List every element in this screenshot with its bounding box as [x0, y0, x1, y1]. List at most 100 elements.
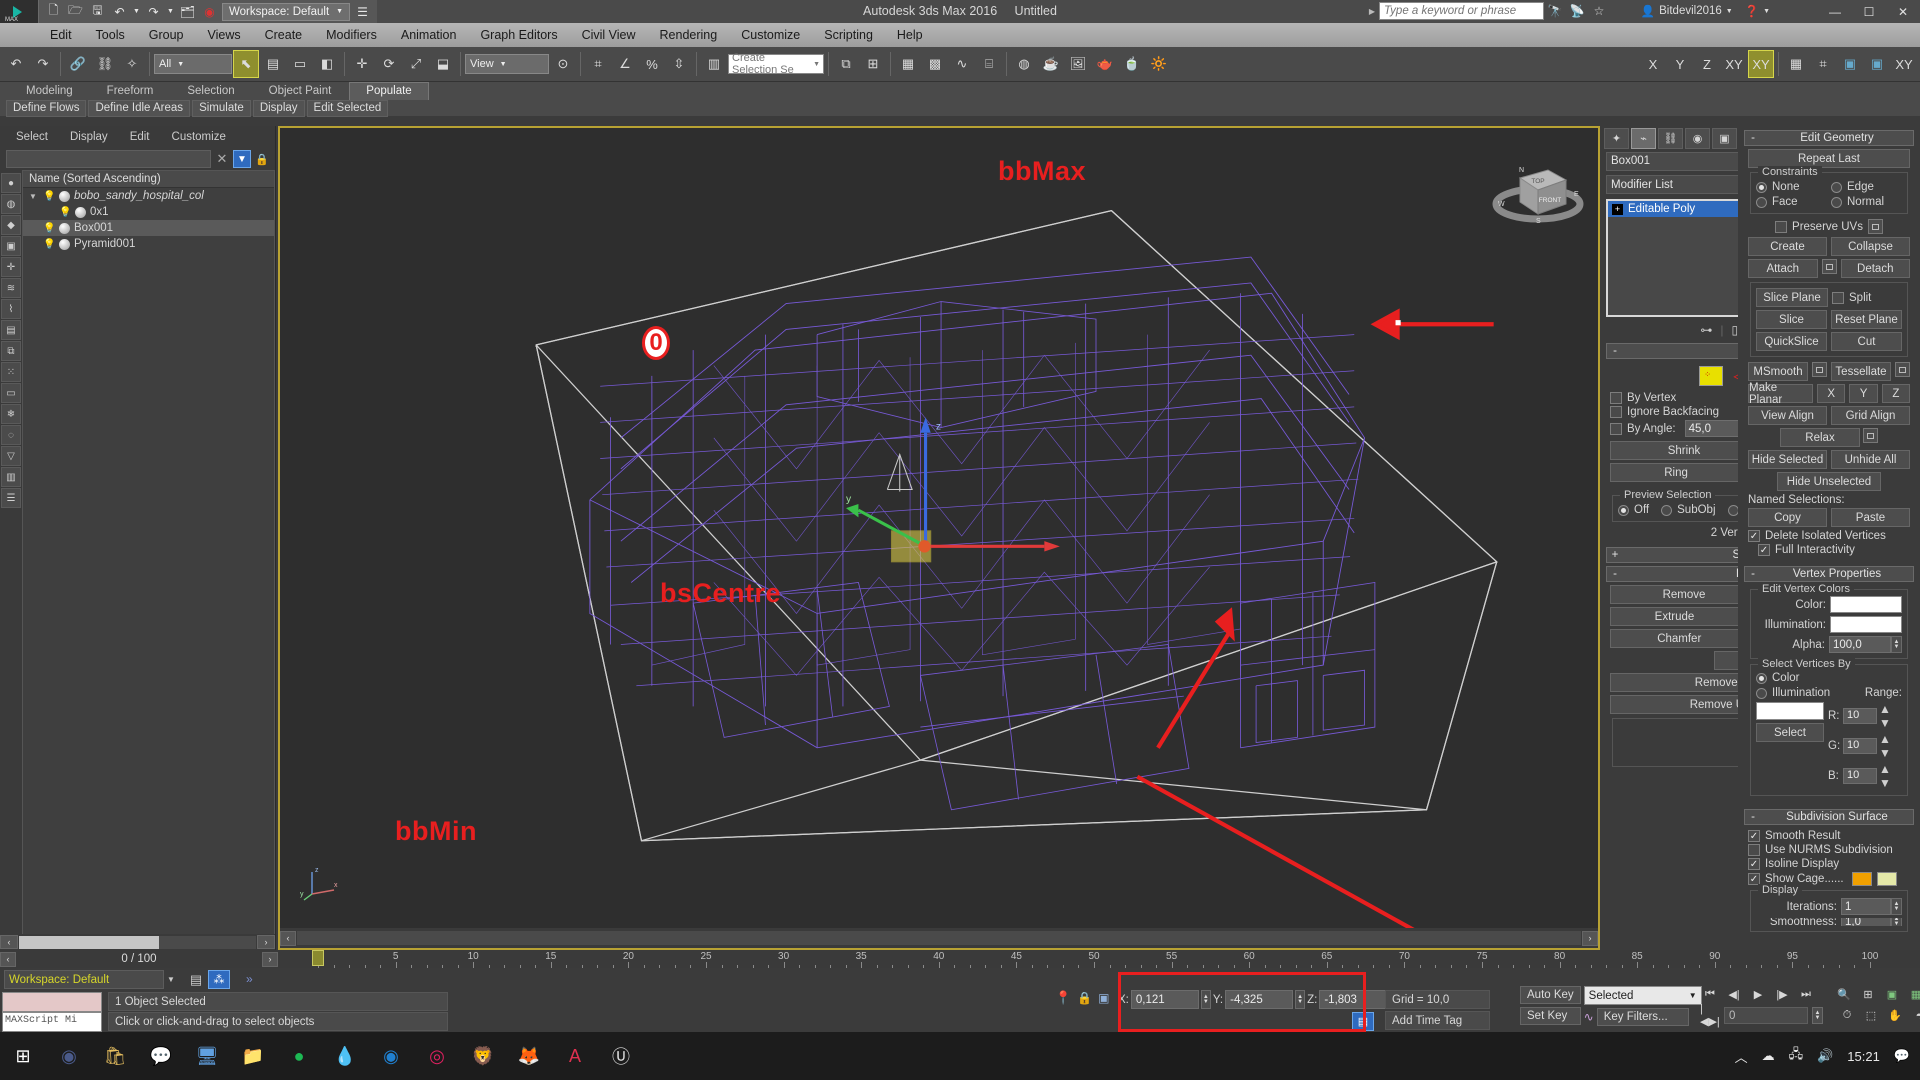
ribbon-button-edit-selected[interactable]: Edit Selected — [306, 99, 389, 117]
spinner-arrows-icon[interactable]: ▲▼ — [1879, 732, 1891, 760]
scene-explorer-list[interactable]: Name (Sorted Ascending) ▼ 💡 bobo_sandy_hos… — [22, 170, 275, 938]
spotify-icon[interactable]: ● — [276, 1032, 322, 1080]
filter-list-icon[interactable]: ☰ — [1, 488, 21, 508]
go-to-end-icon[interactable]: ⏭ — [1796, 986, 1816, 1003]
undo-dropdown-icon[interactable]: ▼ — [132, 2, 141, 21]
extrude-button[interactable]: Extrude — [1610, 607, 1739, 626]
spinner-arrows-icon[interactable]: ▲▼ — [1891, 898, 1902, 915]
subscription-icon[interactable]: 📡 — [1566, 4, 1588, 18]
ribbon-button-define-idle-areas[interactable]: Define Idle Areas — [88, 99, 191, 117]
search-input[interactable] — [1379, 2, 1544, 20]
status-expand-icon[interactable]: » — [246, 972, 253, 986]
workspace-status-combo[interactable]: Workspace: Default — [4, 970, 164, 989]
radio-preview-subobj[interactable]: SubObj — [1661, 504, 1716, 516]
viewport-hscrollbar[interactable]: ‹ › — [280, 928, 1598, 948]
tab-motion[interactable]: ◉ — [1685, 127, 1710, 149]
pan-view-icon[interactable]: ✋ — [1885, 1007, 1905, 1024]
paste-button[interactable]: Paste — [1831, 508, 1910, 527]
key-mode-toggle-icon[interactable]: |◀▶| — [1700, 1003, 1720, 1028]
next-frame-icon[interactable]: |▶ — [1772, 986, 1792, 1003]
view-align-button[interactable]: View Align — [1748, 406, 1827, 425]
menu-item-customize[interactable]: Customize — [729, 23, 812, 47]
menu-item-edit[interactable]: Edit — [38, 23, 84, 47]
make-planar-button[interactable]: Make Planar — [1748, 382, 1814, 406]
scene-explorer-menu-edit[interactable]: Edit — [120, 130, 160, 144]
filter-particles-icon[interactable]: ⁙ — [1, 362, 21, 382]
start-button-icon[interactable]: ⊞ — [0, 1032, 46, 1080]
binoculars-icon[interactable]: 🔭 — [1544, 4, 1566, 18]
zoom-extents-icon[interactable]: ▣ — [1882, 986, 1902, 1003]
xview-y-icon[interactable]: Y — [1667, 50, 1693, 78]
tab-modify[interactable]: ⌁ — [1631, 127, 1656, 149]
frame-prev-icon[interactable]: ‹ — [0, 951, 16, 967]
selection-lock-icon[interactable]: 🔒 — [1077, 991, 1092, 1005]
menu-item-civil-view[interactable]: Civil View — [570, 23, 648, 47]
spinner-arrows-icon[interactable]: ▲▼ — [1891, 918, 1902, 926]
viewport-perspective[interactable]: [ + ] [ Perspective ] [ Wireframe ] — [278, 126, 1600, 950]
coord-y-spinner-icon[interactable]: ▲ ▼ — [1295, 990, 1306, 1009]
slice-button[interactable]: Slice — [1756, 310, 1827, 329]
select-by-name-icon[interactable]: ▤ — [260, 50, 286, 78]
cage-color2-swatch[interactable] — [1876, 872, 1897, 886]
coord-x-input[interactable]: 0,121 — [1130, 990, 1199, 1009]
filter-xrefs-icon[interactable]: ⧉ — [1, 341, 21, 361]
layers-stack-icon[interactable]: ▤ — [185, 970, 207, 989]
ring-button[interactable]: Ring — [1610, 463, 1743, 482]
layer-manager-icon[interactable]: ▦ — [895, 50, 921, 78]
coord-z-input[interactable]: -1,803 — [1319, 990, 1388, 1009]
collapse-button[interactable]: Collapse — [1831, 237, 1910, 256]
smoothness-value[interactable]: 1,0 — [1841, 918, 1891, 926]
script-icon[interactable]: ◉ — [200, 2, 219, 21]
menu-item-help[interactable]: Help — [885, 23, 935, 47]
water-drop-icon[interactable]: 💧 — [322, 1032, 368, 1080]
angle-snap-icon[interactable]: ∠ — [612, 50, 638, 78]
scene-explorer-row[interactable]: 💡 Pyramid001 — [23, 236, 274, 252]
ribbon-tab-object-paint[interactable]: Object Paint — [253, 83, 348, 100]
opera-browser-icon[interactable]: ◎ — [414, 1032, 460, 1080]
display-icon[interactable]: 🖥 — [184, 1032, 230, 1080]
menu-item-create[interactable]: Create — [253, 23, 315, 47]
tab-hierarchy[interactable]: ⛓ — [1658, 127, 1683, 149]
checkbox-isoline-display[interactable]: ✓ Isoline Display — [1748, 858, 1910, 870]
brave-browser-icon[interactable]: 🦁 — [460, 1032, 506, 1080]
unlink-icon[interactable]: ⛓ — [92, 50, 118, 78]
maxscript-input-line[interactable]: MAXScript Mi — [2, 1012, 102, 1032]
redo-icon[interactable]: ↷ — [144, 2, 163, 21]
current-frame-input[interactable]: 0 — [1724, 1007, 1808, 1024]
key-filters-button[interactable]: Key Filters... — [1596, 1008, 1689, 1026]
msmooth-settings-icon[interactable] — [1812, 362, 1827, 377]
scroll-right-icon[interactable]: › — [1582, 930, 1598, 946]
project-folder-icon[interactable]: 🗂 — [178, 2, 197, 21]
filter-shapes-icon[interactable]: ◍ — [1, 194, 21, 214]
maximize-button[interactable]: ☐ — [1852, 0, 1886, 23]
coord-y-input[interactable]: -4,325 — [1225, 990, 1294, 1009]
lock-icon[interactable]: 🔒 — [255, 153, 269, 166]
range-r-value[interactable]: 10 — [1843, 708, 1877, 724]
select-move-icon[interactable]: ✛ — [349, 50, 375, 78]
open-file-icon[interactable]: 🗁 — [66, 2, 85, 21]
scene-explorer-menu-select[interactable]: Select — [6, 130, 58, 144]
scene-explorer-toggle-icon[interactable]: ⁂ — [208, 970, 230, 989]
zoom-icon[interactable]: 🔍 — [1834, 986, 1854, 1003]
scroll-track[interactable] — [19, 935, 256, 949]
tab-create[interactable]: ✦ — [1604, 127, 1629, 149]
subobject-vertex-icon[interactable]: ⁘ — [1699, 366, 1724, 386]
filter-hidden-icon[interactable]: ◌ — [1, 425, 21, 445]
radio-select-by-illumination[interactable]: Illumination — [1756, 687, 1830, 699]
auto-key-button[interactable]: Auto Key — [1520, 986, 1581, 1004]
network-icon[interactable]: 🖧 — [1789, 1045, 1804, 1067]
checkbox-split[interactable]: Split — [1832, 288, 1902, 307]
menu-item-graph-editors[interactable]: Graph Editors — [468, 23, 569, 47]
selection-lock-pin-icon[interactable]: 📍 — [1055, 990, 1071, 1006]
coord-x-spinner-icon[interactable]: ▲ ▼ — [1200, 990, 1211, 1009]
undo-icon[interactable]: ↶ — [110, 2, 129, 21]
cage-color1-swatch[interactable] — [1851, 872, 1872, 886]
rollout-header-subdivision-surface[interactable]: - Subdivision Surface — [1744, 809, 1914, 825]
shrink-button[interactable]: Shrink — [1610, 441, 1758, 460]
edge-browser-icon[interactable]: ◉ — [368, 1032, 414, 1080]
xview-z-icon[interactable]: Z — [1694, 50, 1720, 78]
scene-explorer-row[interactable]: 💡 Box001 — [23, 220, 274, 236]
play-animation-icon[interactable]: ▶ — [1748, 986, 1768, 1003]
xview-xyz-icon[interactable]: XY — [1748, 50, 1774, 78]
qat-overflow-icon[interactable]: ☰ — [353, 2, 372, 21]
